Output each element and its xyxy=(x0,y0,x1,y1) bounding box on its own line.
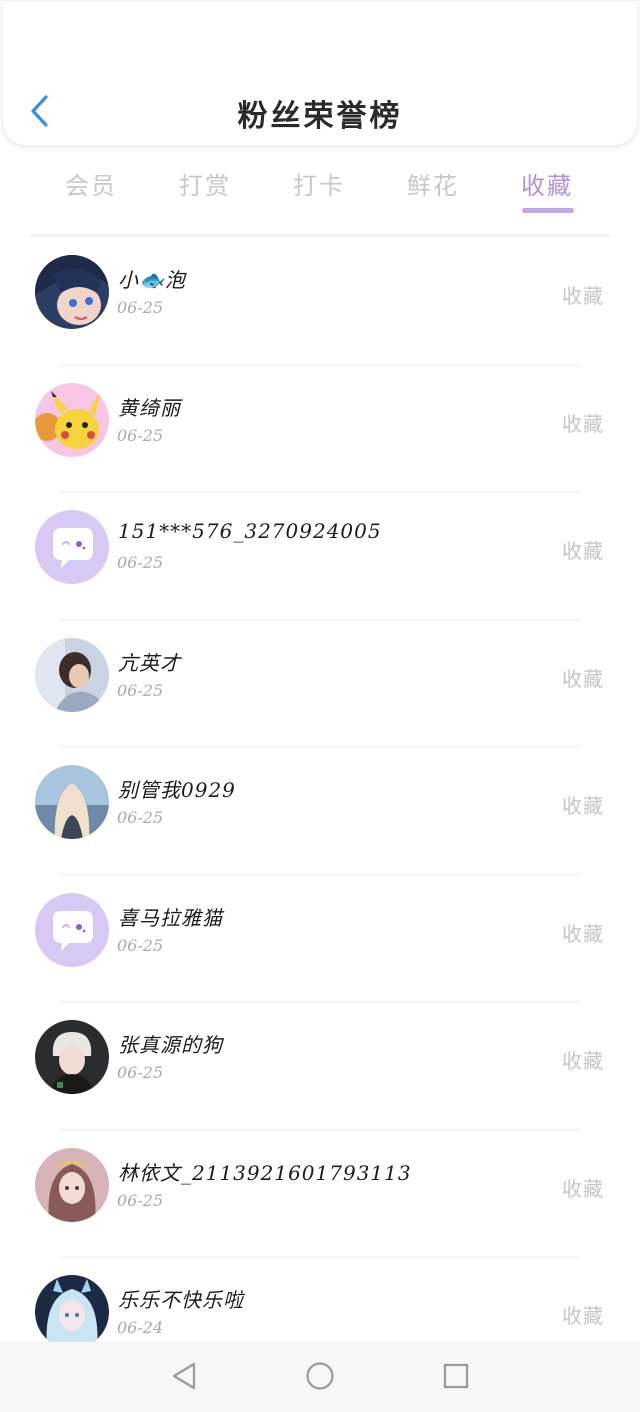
list-item[interactable]: 亢英才 06-25 收藏 xyxy=(0,621,640,748)
anime-boy-avatar-image xyxy=(35,255,109,329)
fan-name: 林依文_2113921601793113 xyxy=(118,1160,412,1185)
fan-name: 张真源的狗 xyxy=(118,1033,223,1057)
list-item[interactable]: 151***576_3270924005 06-25 收藏 xyxy=(0,493,640,621)
white-hair-boy-avatar-image xyxy=(35,1020,109,1094)
fan-date: 06-25 xyxy=(117,298,164,317)
fan-list: 小🐟泡 06-25 收藏 黄绮丽 06-25 收藏 151***576_3270… xyxy=(0,238,640,1342)
list-item[interactable]: 乐乐不快乐啦 06-24 收藏 xyxy=(0,1258,640,1342)
fan-date: 06-25 xyxy=(117,808,164,827)
tab-membership[interactable]: 会员 xyxy=(41,166,141,201)
fan-date: 06-25 xyxy=(117,680,164,700)
pikachu-avatar-image xyxy=(35,382,109,457)
square-recents-icon xyxy=(442,1362,470,1394)
fan-name: 别管我0929 xyxy=(118,778,236,802)
fan-date: 06-25 xyxy=(117,1063,164,1082)
girl-short-hair-avatar-image xyxy=(35,637,109,712)
tab-checkin[interactable]: 打卡 xyxy=(269,166,369,201)
avatar[interactable] xyxy=(35,255,109,329)
fan-name: 乐乐不快乐啦 xyxy=(118,1288,244,1312)
fan-name: 喜马拉雅猫 xyxy=(118,905,223,930)
favorite-label: 收藏 xyxy=(562,921,604,946)
fan-date: 06-25 xyxy=(117,1190,164,1210)
fan-name: 黄绮丽 xyxy=(118,395,181,420)
tab-tips[interactable]: 打赏 xyxy=(155,166,255,201)
tab-bar: 会员 打赏 打卡 鲜花 收藏 xyxy=(0,160,640,220)
fan-date: 06-25 xyxy=(117,935,164,955)
circle-home-icon xyxy=(305,1361,335,1395)
avatar[interactable] xyxy=(35,510,109,584)
favorite-label: 收藏 xyxy=(562,284,604,308)
favorite-label: 收藏 xyxy=(562,1049,604,1073)
tabs-divider xyxy=(30,234,610,237)
active-tab-indicator xyxy=(522,208,574,213)
tab-flowers[interactable]: 鲜花 xyxy=(383,166,483,201)
tab-favorites[interactable]: 收藏 xyxy=(497,166,597,201)
avatar[interactable] xyxy=(35,892,109,967)
fan-name: 小🐟泡 xyxy=(118,268,186,292)
header-bar: 粉丝荣誉榜 xyxy=(2,0,638,146)
system-nav-bar xyxy=(0,1342,640,1412)
page-title: 粉丝荣誉榜 xyxy=(237,99,403,134)
nav-back-button[interactable] xyxy=(164,1358,204,1398)
silver-hair-girl-avatar-image xyxy=(35,1275,109,1342)
list-item[interactable]: 黄绮丽 06-25 收藏 xyxy=(0,366,640,493)
triangle-back-icon xyxy=(170,1361,198,1395)
favorite-label: 收藏 xyxy=(562,666,604,691)
list-item[interactable]: 张真源的狗 06-25 收藏 xyxy=(0,1003,640,1131)
nav-recents-button[interactable] xyxy=(436,1358,476,1398)
list-item[interactable]: 小🐟泡 06-25 收藏 xyxy=(0,238,640,366)
avatar[interactable] xyxy=(35,1020,109,1094)
favorite-label: 收藏 xyxy=(562,539,604,563)
nav-home-button[interactable] xyxy=(300,1358,340,1398)
list-item[interactable]: 别管我0929 06-25 收藏 xyxy=(0,748,640,876)
fan-date: 06-25 xyxy=(117,425,164,445)
avatar[interactable] xyxy=(35,637,109,712)
favorite-label: 收藏 xyxy=(562,411,604,436)
fan-date: 06-24 xyxy=(117,1318,164,1337)
favorite-label: 收藏 xyxy=(562,1176,604,1201)
list-item[interactable]: 喜马拉雅猫 06-25 收藏 xyxy=(0,876,640,1003)
avatar[interactable] xyxy=(35,1147,109,1222)
fan-date: 06-25 xyxy=(117,553,164,572)
fan-name: 151***576_3270924005 xyxy=(118,519,382,543)
avatar[interactable] xyxy=(35,765,109,839)
favorite-label: 收藏 xyxy=(562,1304,604,1328)
avatar[interactable] xyxy=(35,1275,109,1342)
blonde-girl-avatar-image xyxy=(35,765,109,839)
pink-hair-girl-avatar-image xyxy=(35,1147,109,1222)
avatar[interactable] xyxy=(35,382,109,457)
default-chat-avatar-image xyxy=(35,510,109,584)
list-item[interactable]: 林依文_2113921601793113 06-25 收藏 xyxy=(0,1131,640,1258)
default-chat-avatar-image xyxy=(35,892,109,967)
fan-name: 亢英才 xyxy=(118,650,181,675)
favorite-label: 收藏 xyxy=(562,794,604,818)
